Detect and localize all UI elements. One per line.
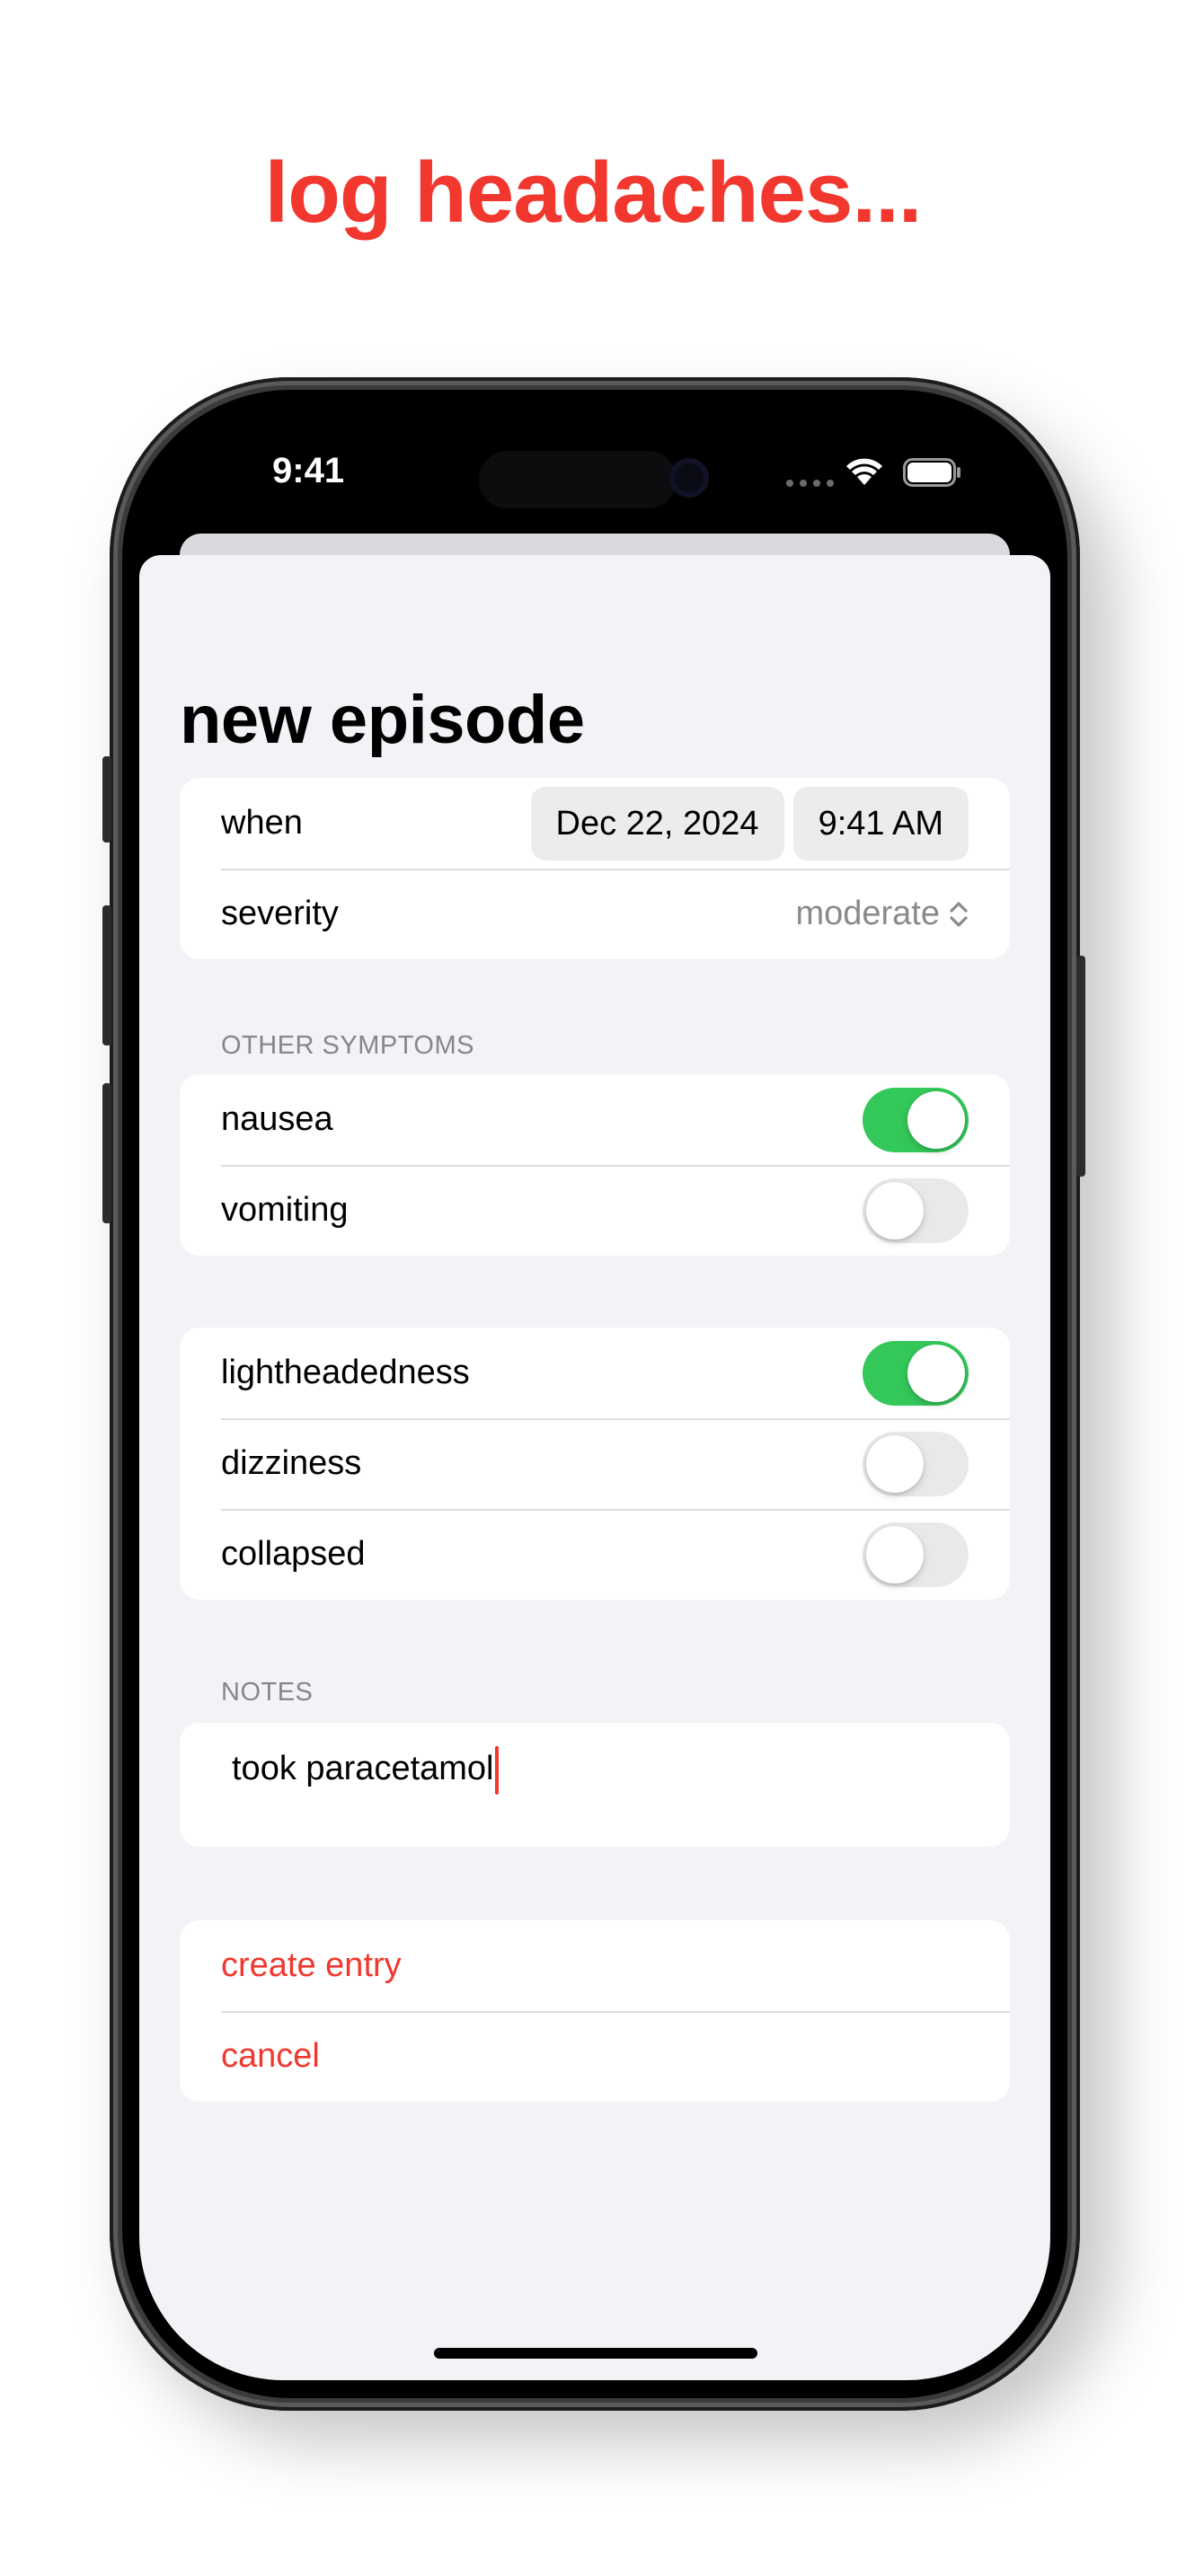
vomiting-toggle[interactable] <box>863 1178 969 1243</box>
other-symptoms-group: nausea vomiting <box>180 1074 1010 1256</box>
page-title: new episode <box>180 682 585 758</box>
notes-text: took paracetamol <box>232 1750 494 1788</box>
when-label: when <box>221 804 303 842</box>
symptom-row-lightheadedness: lightheadedness <box>180 1328 1010 1418</box>
symptom-row-dizziness: dizziness <box>180 1418 1010 1509</box>
severity-label: severity <box>221 895 339 932</box>
severity-picker[interactable]: moderate <box>795 895 969 933</box>
power-button <box>1076 956 1085 1177</box>
cancel-label: cancel <box>221 2037 320 2075</box>
create-entry-label: create entry <box>221 1946 402 1984</box>
symptom-row-nausea: nausea <box>180 1074 1010 1165</box>
date-picker-button[interactable]: Dec 22, 2024 <box>530 787 784 860</box>
notes-field[interactable]: took paracetamol <box>180 1723 1010 1847</box>
nausea-toggle[interactable] <box>863 1087 969 1152</box>
dizziness-toggle[interactable] <box>863 1431 969 1496</box>
when-row: when Dec 22, 2024 9:41 AM <box>180 778 1010 869</box>
volume-down-button <box>102 1083 111 1223</box>
cancel-button[interactable]: cancel <box>180 2011 1010 2102</box>
lightheadedness-toggle[interactable] <box>863 1340 969 1406</box>
dizziness-label: dizziness <box>221 1444 362 1482</box>
severity-value: moderate <box>795 895 940 932</box>
volume-up-button <box>102 905 111 1045</box>
action-button <box>102 756 111 842</box>
lightheadedness-label: lightheadedness <box>221 1354 470 1391</box>
symptom-row-collapsed: collapsed <box>180 1509 1010 1600</box>
collapsed-toggle[interactable] <box>863 1522 969 1587</box>
severity-row[interactable]: severity moderate <box>180 869 1010 959</box>
wifi-icon <box>846 458 882 485</box>
other-symptoms-header: OTHER SYMPTOMS <box>221 1031 474 1060</box>
text-cursor <box>494 1746 499 1795</box>
symptom-row-vomiting: vomiting <box>180 1165 1010 1256</box>
more-symptoms-group: lightheadedness dizziness collapsed <box>180 1328 1010 1600</box>
battery-icon <box>903 458 960 487</box>
time-picker-button[interactable]: 9:41 AM <box>792 787 969 860</box>
camera-icon <box>669 458 709 498</box>
chevron-up-down-icon <box>950 901 968 927</box>
create-entry-button[interactable]: create entry <box>180 1920 1010 2011</box>
when-severity-group: when Dec 22, 2024 9:41 AM severity moder… <box>180 778 1010 959</box>
phone-screen: 9:41 new episode when Dec 22, 2024 9:41 … <box>139 408 1050 2380</box>
nausea-label: nausea <box>221 1100 333 1138</box>
home-indicator[interactable] <box>434 2348 757 2359</box>
notes-header: NOTES <box>221 1678 314 1707</box>
vomiting-label: vomiting <box>221 1191 349 1229</box>
new-episode-sheet: new episode when Dec 22, 2024 9:41 AM se… <box>139 555 1050 2380</box>
headline: log headaches... <box>264 145 923 241</box>
collapsed-label: collapsed <box>221 1535 366 1573</box>
status-time: 9:41 <box>272 451 345 490</box>
actions-group: create entry cancel <box>180 1920 1010 2102</box>
signal-icon <box>786 480 834 487</box>
dynamic-island <box>479 451 677 508</box>
